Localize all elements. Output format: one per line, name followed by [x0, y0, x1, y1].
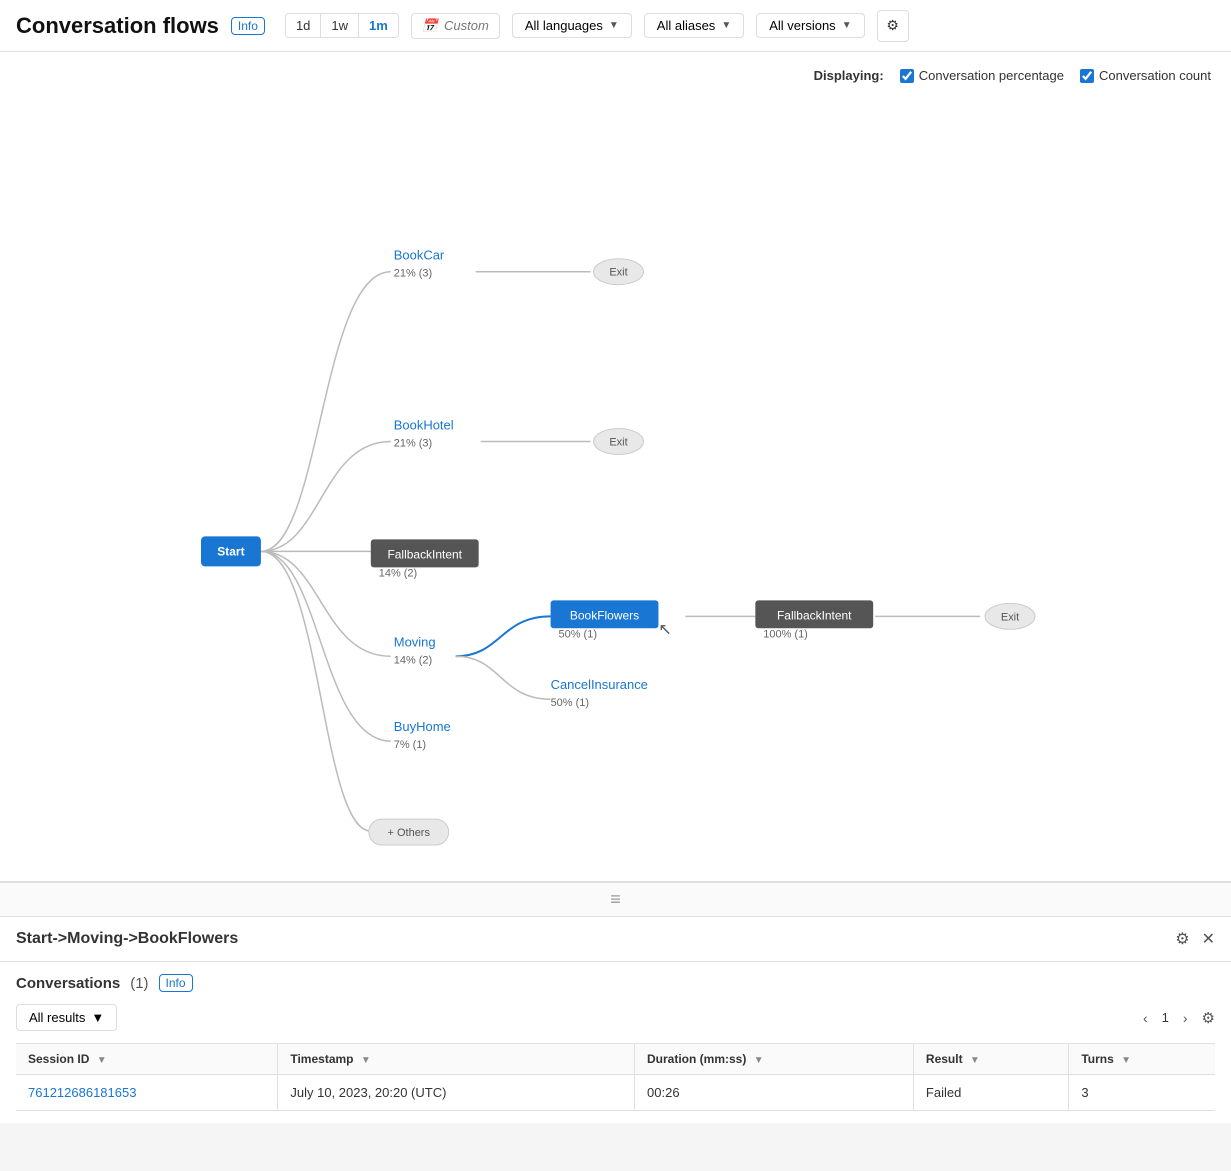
svg-text:FallbackIntent: FallbackIntent [777, 608, 852, 622]
turns-cell: 3 [1069, 1075, 1215, 1111]
sort-icon: ▼ [754, 1055, 764, 1066]
svg-text:CancelInsurance: CancelInsurance [551, 677, 648, 692]
svg-text:Exit: Exit [1001, 611, 1019, 623]
info-badge[interactable]: Info [231, 17, 265, 35]
svg-text:Exit: Exit [609, 267, 627, 279]
prev-page-button[interactable]: ‹ [1137, 1008, 1154, 1028]
bottom-icons: ⚙ ✕ [1175, 929, 1215, 949]
svg-text:21% (3): 21% (3) [394, 438, 432, 450]
svg-text:7% (1): 7% (1) [394, 739, 426, 751]
conversations-title: Conversations [16, 975, 120, 992]
duration-cell: 00:26 [635, 1075, 914, 1111]
svg-text:14% (2): 14% (2) [394, 654, 432, 666]
custom-date-label: Custom [444, 18, 489, 33]
svg-text:21% (3): 21% (3) [394, 268, 432, 280]
svg-text:Moving: Moving [394, 634, 436, 649]
conversations-table: Session ID ▼ Timestamp ▼ Duration (mm:ss… [16, 1043, 1215, 1111]
custom-date-picker[interactable]: 📅 Custom [411, 13, 500, 39]
page-title: Conversation flows [16, 13, 219, 39]
settings-icon-button[interactable]: ⚙ [1175, 929, 1189, 949]
table-settings-icon[interactable]: ⚙ [1202, 1009, 1215, 1027]
aliases-dropdown[interactable]: All aliases ▼ [644, 13, 744, 38]
sort-icon: ▼ [97, 1055, 107, 1066]
column-result: Result ▼ [913, 1044, 1068, 1075]
results-toolbar: All results ▼ ‹ 1 › ⚙ [16, 1004, 1215, 1031]
conversations-info-badge[interactable]: Info [159, 974, 193, 992]
sort-icon: ▼ [970, 1055, 980, 1066]
svg-text:100% (1): 100% (1) [763, 628, 808, 640]
svg-text:BookCar: BookCar [394, 248, 445, 263]
flow-path-title: Start->Moving->BookFlowers [16, 930, 1175, 948]
svg-text:50% (1): 50% (1) [559, 628, 597, 640]
time-1m-button[interactable]: 1m [359, 14, 398, 37]
timestamp-cell: July 10, 2023, 20:20 (UTC) [278, 1075, 635, 1111]
column-duration: Duration (mm:ss) ▼ [635, 1044, 914, 1075]
column-session-id: Session ID ▼ [16, 1044, 278, 1075]
bottom-header: Start->Moving->BookFlowers ⚙ ✕ [0, 917, 1231, 962]
session-id-cell: 761212686181653 [16, 1075, 278, 1111]
time-1w-button[interactable]: 1w [321, 14, 359, 37]
sort-icon: ▼ [1121, 1055, 1131, 1066]
svg-text:50% (1): 50% (1) [551, 697, 589, 709]
languages-dropdown[interactable]: All languages ▼ [512, 13, 632, 38]
conversations-header: Conversations (1) Info [16, 974, 1215, 992]
chevron-down-icon: ▼ [842, 20, 852, 31]
pagination: ‹ 1 › ⚙ [1137, 1008, 1215, 1028]
next-page-button[interactable]: › [1177, 1008, 1194, 1028]
column-turns: Turns ▼ [1069, 1044, 1215, 1075]
svg-text:BookHotel: BookHotel [394, 418, 454, 433]
page-header: Conversation flows Info 1d 1w 1m 📅 Custo… [0, 0, 1231, 52]
versions-dropdown[interactable]: All versions ▼ [756, 13, 864, 38]
svg-text:BookFlowers: BookFlowers [570, 608, 639, 622]
sort-icon: ▼ [361, 1055, 371, 1066]
svg-text:↖: ↖ [658, 621, 671, 638]
close-icon-button[interactable]: ✕ [1202, 929, 1215, 949]
chevron-down-icon: ▼ [609, 20, 619, 31]
column-timestamp: Timestamp ▼ [278, 1044, 635, 1075]
svg-text:FallbackIntent: FallbackIntent [387, 547, 462, 561]
flow-panel: Displaying: Conversation percentage Conv… [0, 52, 1231, 882]
session-id-link[interactable]: 761212686181653 [28, 1085, 136, 1100]
svg-text:14% (2): 14% (2) [379, 567, 417, 579]
all-results-button[interactable]: All results ▼ [16, 1004, 117, 1031]
conversations-section: Conversations (1) Info All results ▼ ‹ 1… [0, 962, 1231, 1123]
result-cell: Failed [913, 1075, 1068, 1111]
svg-text:BuyHome: BuyHome [394, 719, 451, 734]
svg-text:Start: Start [217, 544, 244, 558]
time-controls: 1d 1w 1m [285, 13, 399, 38]
svg-text:Exit: Exit [609, 437, 627, 449]
chevron-down-icon: ▼ [721, 20, 731, 31]
conversations-count: (1) [130, 975, 148, 992]
svg-text:+ Others: + Others [388, 827, 431, 839]
drag-handle[interactable]: ≡ [0, 882, 1231, 917]
table-row: 761212686181653 July 10, 2023, 20:20 (UT… [16, 1075, 1215, 1111]
time-1d-button[interactable]: 1d [286, 14, 321, 37]
settings-button[interactable]: ⚙ [877, 10, 909, 42]
flow-diagram: Start BookCar 21% (3) Exit BookHotel 21%… [0, 52, 1231, 881]
page-number: 1 [1162, 1010, 1169, 1025]
bottom-panel: Start->Moving->BookFlowers ⚙ ✕ Conversat… [0, 917, 1231, 1123]
calendar-icon: 📅 [422, 18, 438, 34]
chevron-down-icon: ▼ [91, 1010, 104, 1025]
